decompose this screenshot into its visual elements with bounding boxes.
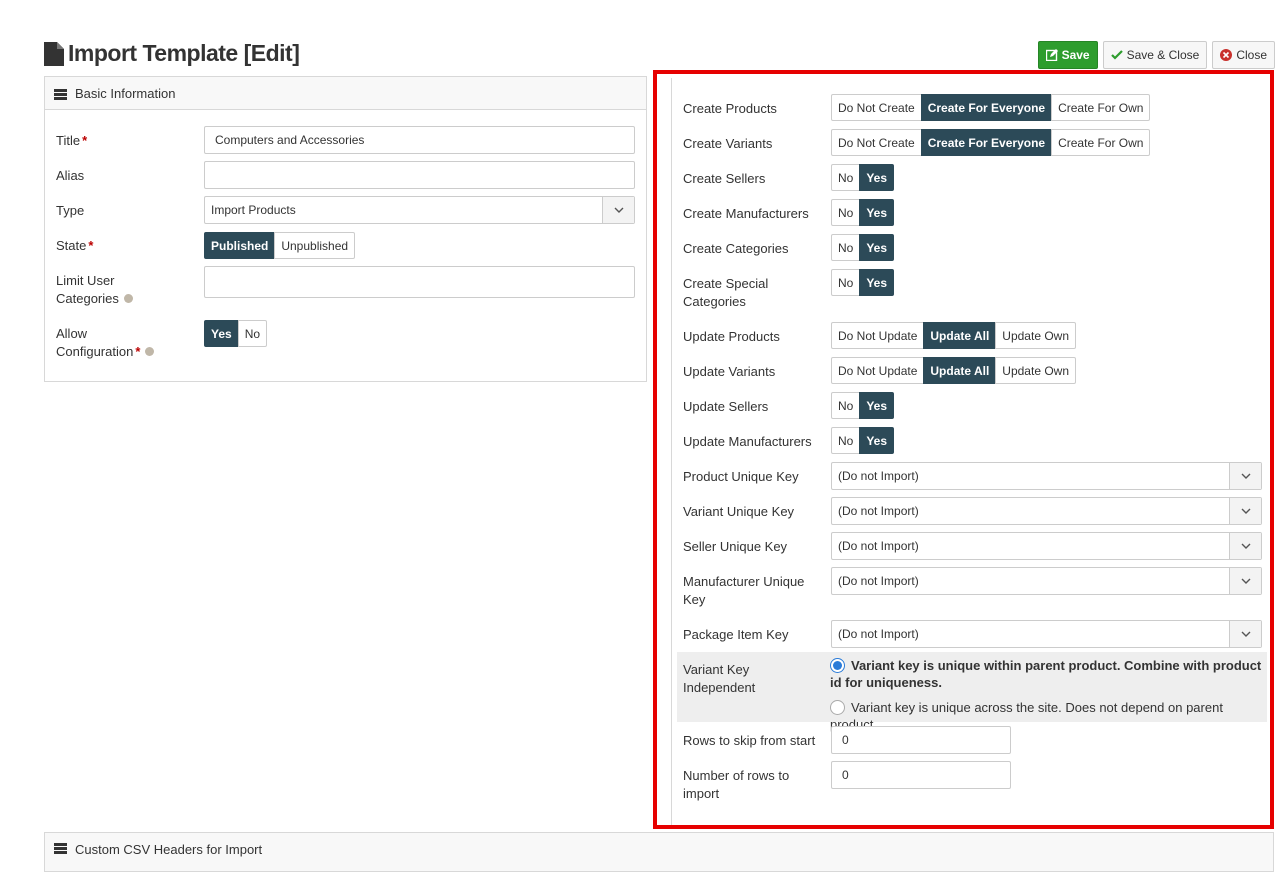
state-label: State *	[56, 238, 94, 253]
basic-information-header: Basic Information	[45, 77, 646, 110]
document-icon	[44, 41, 64, 66]
allow-configuration-label: Allow Configuration *	[56, 325, 155, 361]
info-icon	[123, 294, 133, 304]
limit-user-categories-input[interactable]	[204, 266, 635, 298]
allow-configuration-toggle: Yes No	[204, 320, 268, 347]
state-published-option[interactable]: Published	[204, 232, 276, 259]
highlight-box	[653, 70, 1274, 829]
allow-configuration-no-option[interactable]: No	[237, 320, 268, 347]
list-icon	[54, 842, 67, 854]
page-title-text: Import Template [Edit]	[68, 40, 300, 66]
edit-icon	[1045, 49, 1058, 62]
save-close-button[interactable]: Save & Close	[1102, 41, 1208, 69]
page-title: Import Template [Edit]	[44, 40, 300, 67]
state-unpublished-option[interactable]: Unpublished	[274, 232, 356, 259]
type-select[interactable]: Import Products	[204, 196, 635, 224]
save-button[interactable]: Save	[1037, 41, 1098, 69]
custom-csv-headers-panel: Custom CSV Headers for Import	[44, 832, 1274, 872]
allow-configuration-yes-option[interactable]: Yes	[204, 320, 239, 347]
check-icon	[1110, 49, 1123, 61]
limit-user-categories-label: Limit User Categories	[56, 272, 133, 308]
type-label: Type	[56, 203, 85, 218]
title-label: Title *	[56, 133, 88, 148]
toolbar: Save Save & Close Close	[1037, 41, 1275, 69]
alias-label: Alias	[56, 168, 85, 183]
list-icon	[54, 88, 67, 100]
info-icon	[145, 347, 155, 357]
title-input[interactable]	[204, 126, 635, 154]
chevron-down-icon	[602, 197, 634, 223]
basic-information-panel: Basic Information Title* Alias Type Impo…	[44, 76, 647, 382]
alias-input[interactable]	[204, 161, 635, 189]
close-circle-icon	[1220, 49, 1233, 61]
state-toggle: Published Unpublished	[204, 232, 356, 259]
close-button[interactable]: Close	[1212, 41, 1275, 69]
